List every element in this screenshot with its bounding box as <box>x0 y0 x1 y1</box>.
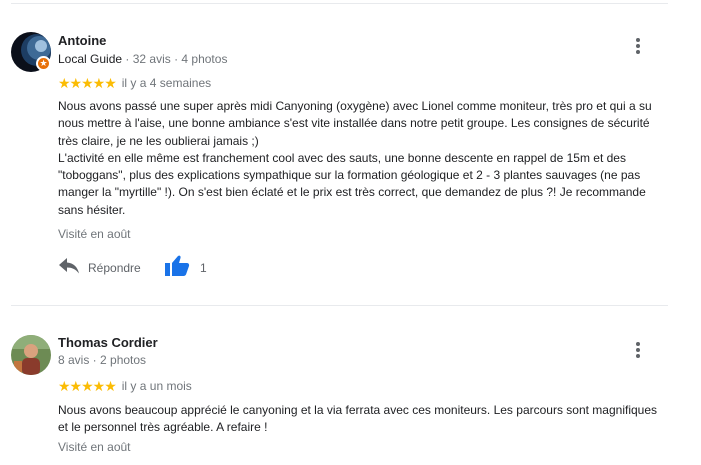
author-stats: 8 avis · 2 photos <box>58 353 146 367</box>
author-stats: Local Guide · 32 avis · 4 photos <box>58 52 227 66</box>
star-rating: ★★★★★ <box>58 378 117 394</box>
review-stats: 8 avis · 2 photos <box>58 353 147 367</box>
review-stats: · 32 avis · 4 photos <box>125 52 228 66</box>
review-text: Nous avons passé une super après midi Ca… <box>58 98 670 219</box>
visit-date: Visité en août <box>58 440 131 454</box>
review-paragraph: L'activité en elle même est franchement … <box>58 150 646 217</box>
reply-button[interactable]: Répondre <box>58 256 141 280</box>
review-time: il y a 4 semaines <box>121 76 212 90</box>
avatar[interactable]: ★ <box>11 32 51 72</box>
top-divider <box>11 3 668 4</box>
local-guide-star-icon: ★ <box>36 56 51 71</box>
author-name[interactable]: Thomas Cordier <box>58 335 158 350</box>
avatar[interactable] <box>11 335 51 375</box>
review-divider <box>11 305 668 306</box>
reply-icon <box>58 257 80 280</box>
reply-label: Répondre <box>88 261 141 275</box>
like-count: 1 <box>200 261 207 275</box>
review-text: Nous avons beaucoup apprécié le canyonin… <box>58 402 670 437</box>
review-paragraph: Nous avons beaucoup apprécié le canyonin… <box>58 403 658 435</box>
local-guide-label: Local Guide <box>58 52 123 66</box>
review-paragraph: Nous avons passé une super après midi Ca… <box>58 99 652 148</box>
rating-row: ★★★★★ il y a 4 semaines <box>58 75 211 92</box>
more-vert-icon[interactable] <box>630 340 646 360</box>
author-name[interactable]: Antoine <box>58 33 106 48</box>
rating-row: ★★★★★ il y a un mois <box>58 378 192 395</box>
more-vert-icon[interactable] <box>630 36 646 56</box>
like-button[interactable]: 1 <box>164 255 207 282</box>
star-rating: ★★★★★ <box>58 75 117 91</box>
review-time: il y a un mois <box>121 379 192 393</box>
thumbs-up-icon <box>164 255 190 282</box>
visit-date: Visité en août <box>58 227 131 241</box>
